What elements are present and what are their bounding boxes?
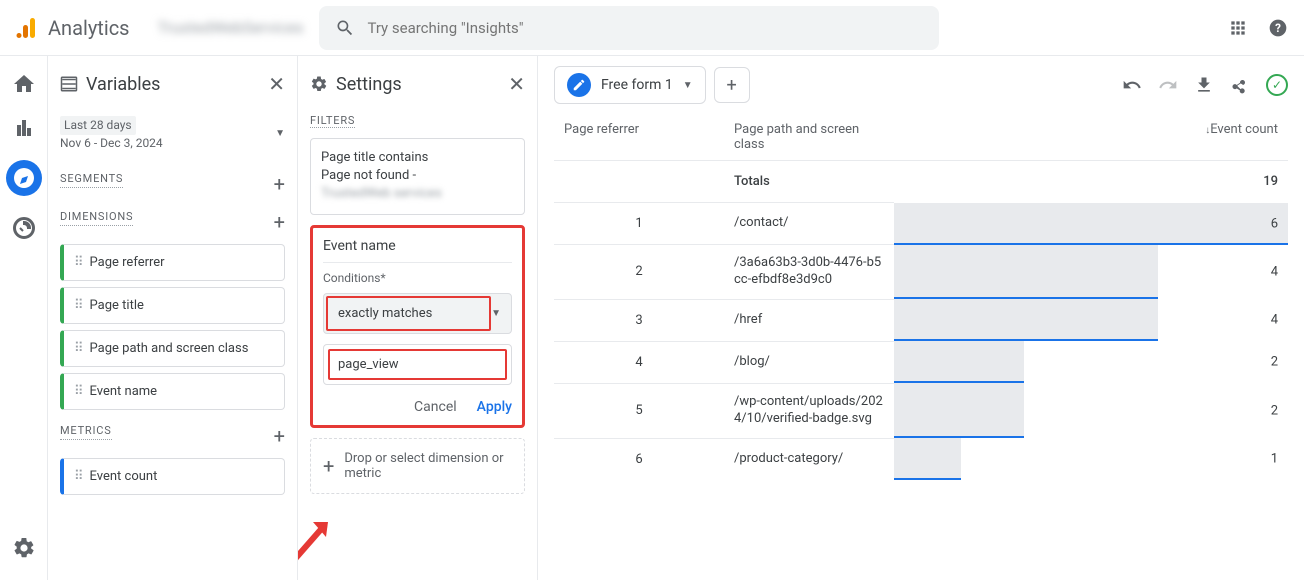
- conditions-label: Conditions*: [323, 271, 512, 285]
- metric-chip[interactable]: ⠿Event count: [60, 458, 285, 495]
- svg-text:?: ?: [1275, 21, 1281, 35]
- settings-panel: Settings ✕ FILTERS Page title contains P…: [298, 56, 538, 580]
- gear-icon: [310, 75, 328, 93]
- dimension-chip[interactable]: ⠿Event name: [60, 373, 285, 410]
- left-nav: [0, 56, 48, 580]
- dimensions-label: DIMENSIONS: [60, 210, 133, 226]
- filter-dimension-name[interactable]: Event name: [323, 238, 512, 263]
- dimension-chip[interactable]: ⠿Page title: [60, 287, 285, 324]
- redo-icon[interactable]: [1158, 75, 1178, 95]
- add-dimension-button[interactable]: +: [274, 210, 285, 234]
- app-header: Analytics TrustedWebServices ?: [0, 0, 1304, 56]
- date-range-picker[interactable]: Last 28 days Nov 6 - Dec 3, 2024 ▼: [60, 112, 285, 156]
- report-tab[interactable]: Free form 1 ▼: [554, 66, 706, 104]
- variables-panel: Variables ✕ Last 28 days Nov 6 - Dec 3, …: [48, 56, 298, 580]
- drag-handle-icon: ⠿: [74, 469, 82, 484]
- variables-title: Variables: [60, 74, 160, 95]
- ga-logo-icon: [16, 16, 40, 40]
- close-variables-icon[interactable]: ✕: [268, 72, 285, 96]
- add-tab-button[interactable]: +: [714, 67, 750, 103]
- segments-label: SEGMENTS: [60, 172, 123, 188]
- apply-button[interactable]: Apply: [477, 399, 512, 415]
- match-type-select[interactable]: exactly matches ▼: [323, 293, 512, 334]
- col-path[interactable]: Page path and screen class: [724, 114, 894, 161]
- chevron-down-icon: ▼: [275, 128, 285, 139]
- property-name[interactable]: TrustedWebServices: [158, 18, 304, 37]
- table-row[interactable]: 2/3a6a63b3-3d0b-4476-b5cc-efbdf8e3d9c04: [554, 245, 1288, 300]
- tab-label: Free form 1: [601, 77, 673, 93]
- admin-settings-icon[interactable]: [12, 536, 36, 560]
- variables-icon: [60, 75, 78, 93]
- settings-title: Settings: [310, 74, 402, 95]
- drag-handle-icon: ⠿: [74, 384, 82, 399]
- totals-value: 19: [894, 161, 1288, 203]
- metrics-label: METRICS: [60, 424, 112, 440]
- status-ok-icon[interactable]: ✓: [1266, 74, 1288, 96]
- match-value-input[interactable]: page_view: [323, 344, 512, 385]
- dimension-chip[interactable]: ⠿Page referrer: [60, 244, 285, 281]
- reports-icon[interactable]: [12, 116, 36, 140]
- chevron-down-icon: ▼: [491, 308, 501, 319]
- table-row[interactable]: 4/blog/2: [554, 341, 1288, 383]
- filter-page-title[interactable]: Page title contains Page not found - Tru…: [310, 138, 525, 215]
- advertising-icon[interactable]: [12, 216, 36, 240]
- table-row[interactable]: 3/href4: [554, 299, 1288, 341]
- edit-tab-icon[interactable]: [567, 73, 591, 97]
- search-input[interactable]: [367, 19, 923, 37]
- app-title: Analytics: [48, 16, 130, 40]
- search-box[interactable]: [319, 6, 939, 50]
- drag-handle-icon: ⠿: [74, 298, 82, 313]
- drag-handle-icon: ⠿: [74, 341, 82, 356]
- filter-event-name-editor: Event name Conditions* exactly matches ▼…: [310, 225, 525, 428]
- help-icon[interactable]: ?: [1268, 18, 1288, 38]
- drop-filter-zone[interactable]: + Drop or select dimension or metric: [310, 438, 525, 494]
- chevron-down-icon[interactable]: ▼: [683, 80, 693, 91]
- download-icon[interactable]: [1194, 75, 1214, 95]
- table-row[interactable]: 5/wp-content/uploads/2024/10/verified-ba…: [554, 383, 1288, 438]
- add-metric-button[interactable]: +: [274, 424, 285, 448]
- annotation-arrow-icon: [298, 512, 338, 572]
- explore-icon[interactable]: [6, 160, 42, 196]
- home-icon[interactable]: [12, 72, 36, 96]
- report-area: Free form 1 ▼ + ✓ Page referrer Page pat…: [538, 56, 1304, 580]
- cancel-button[interactable]: Cancel: [414, 399, 457, 415]
- search-icon: [335, 18, 355, 38]
- apps-icon[interactable]: [1228, 18, 1248, 38]
- drag-handle-icon: ⠿: [74, 255, 82, 270]
- col-referrer[interactable]: Page referrer: [554, 114, 724, 161]
- header-actions: ?: [1228, 18, 1288, 38]
- logo-area: Analytics: [16, 16, 130, 40]
- undo-icon[interactable]: [1122, 75, 1142, 95]
- date-preset: Last 28 days: [60, 116, 136, 135]
- add-segment-button[interactable]: +: [274, 172, 285, 196]
- col-count[interactable]: ↓Event count: [894, 114, 1288, 161]
- totals-label: Totals: [724, 161, 894, 203]
- table-row[interactable]: 1/contact/6: [554, 203, 1288, 245]
- plus-icon: +: [323, 454, 334, 478]
- date-range-text: Nov 6 - Dec 3, 2024: [60, 135, 163, 152]
- dimension-chip[interactable]: ⠿Page path and screen class: [60, 330, 285, 367]
- filters-label: FILTERS: [310, 114, 355, 128]
- report-table: Page referrer Page path and screen class…: [554, 114, 1288, 480]
- share-icon[interactable]: [1230, 75, 1250, 95]
- table-row[interactable]: 6/product-category/1: [554, 438, 1288, 480]
- close-settings-icon[interactable]: ✕: [508, 72, 525, 96]
